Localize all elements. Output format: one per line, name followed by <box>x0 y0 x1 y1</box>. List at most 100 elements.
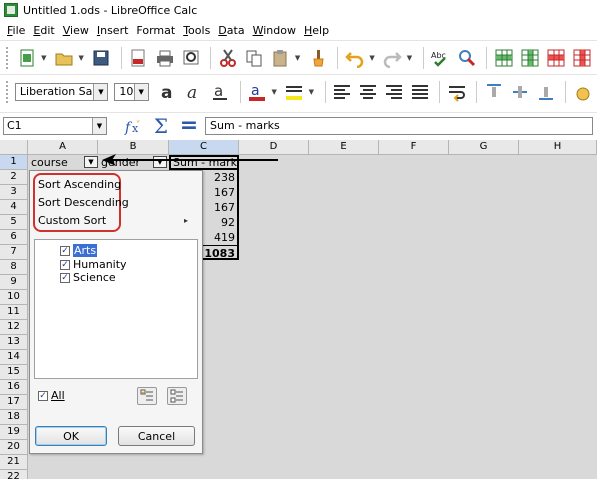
chevron-down-icon[interactable]: ▼ <box>369 54 376 62</box>
menu-window[interactable]: Window <box>249 24 300 37</box>
column-header-e[interactable]: E <box>309 140 379 155</box>
formula-input[interactable]: Sum - marks <box>205 116 593 135</box>
print-icon[interactable] <box>153 46 176 70</box>
sort-ascending-item[interactable]: Sort Ascending <box>38 177 121 193</box>
select-current-only-icon[interactable] <box>137 387 157 405</box>
bold-icon[interactable]: a <box>157 80 180 104</box>
currency-format-icon[interactable] <box>571 80 594 104</box>
auto-spellcheck-icon[interactable] <box>455 46 478 70</box>
highlight-color-icon[interactable] <box>283 80 306 104</box>
cell-a1[interactable]: course <box>31 155 87 170</box>
cut-icon[interactable] <box>216 46 239 70</box>
row-header[interactable]: 15 <box>0 365 28 380</box>
font-size-select[interactable]: 10 ▼ <box>114 82 149 101</box>
underline-icon[interactable]: a <box>209 80 232 104</box>
sort-descending-item[interactable]: Sort Descending <box>38 195 129 211</box>
row-header[interactable]: 8 <box>0 260 28 275</box>
row-header[interactable]: 14 <box>0 350 28 365</box>
justify-icon[interactable] <box>409 80 432 104</box>
row-header[interactable]: 18 <box>0 410 28 425</box>
chevron-down-icon[interactable]: ▼ <box>133 83 148 100</box>
align-center-icon[interactable] <box>357 80 380 104</box>
row-header[interactable]: 6 <box>0 230 28 245</box>
menu-format[interactable]: Format <box>132 24 179 37</box>
wrap-text-icon[interactable] <box>445 80 468 104</box>
toolbar-grip[interactable] <box>6 46 9 69</box>
filter-values-list[interactable]: ✓ Arts ✓ Humanity ✓ Science <box>34 239 198 379</box>
list-item[interactable]: ✓ Humanity <box>60 258 127 271</box>
row-header[interactable]: 16 <box>0 380 28 395</box>
row-header[interactable]: 5 <box>0 215 28 230</box>
row-icon[interactable] <box>492 46 515 70</box>
column-icon[interactable] <box>518 46 541 70</box>
font-name-select[interactable]: Liberation Sans ▼ <box>14 82 109 101</box>
cancel-button[interactable]: Cancel <box>118 426 195 446</box>
row-header[interactable]: 2 <box>0 170 28 185</box>
save-icon[interactable] <box>90 46 113 70</box>
formula-icon[interactable]: = <box>177 113 201 138</box>
row-header[interactable]: 20 <box>0 440 28 455</box>
column-header-h[interactable]: H <box>519 140 597 155</box>
print-preview-icon[interactable] <box>179 46 202 70</box>
chevron-down-icon[interactable]: ▼ <box>92 117 106 134</box>
menu-tools[interactable]: Tools <box>179 24 214 37</box>
checkbox-checked-icon[interactable]: ✓ <box>38 390 48 401</box>
chevron-down-icon[interactable]: ▼ <box>407 54 414 62</box>
custom-sort-item[interactable]: Custom Sort ▸ <box>38 213 198 229</box>
select-all-checkbox[interactable]: ✓ All <box>38 389 65 402</box>
redo-icon[interactable] <box>381 46 404 70</box>
row-header[interactable]: 3 <box>0 185 28 200</box>
align-top-icon[interactable] <box>482 80 505 104</box>
column-header-a[interactable]: A <box>28 140 98 155</box>
chevron-down-icon[interactable]: ▼ <box>41 54 48 62</box>
export-pdf-icon[interactable] <box>127 46 150 70</box>
row-header[interactable]: 1 <box>0 155 28 170</box>
name-box[interactable]: C1 ▼ <box>3 116 107 135</box>
row-header[interactable]: 17 <box>0 395 28 410</box>
chevron-down-icon[interactable]: ▼ <box>272 88 279 96</box>
row-header[interactable]: 11 <box>0 305 28 320</box>
checkbox-checked-icon[interactable]: ✓ <box>60 272 70 283</box>
autofilter-dropdown-button[interactable]: ▼ <box>84 156 98 168</box>
column-header-f[interactable]: F <box>379 140 449 155</box>
chevron-down-icon[interactable]: ▼ <box>78 54 85 62</box>
undo-icon[interactable] <box>343 46 366 70</box>
row-header[interactable]: 12 <box>0 320 28 335</box>
menu-edit[interactable]: Edit <box>29 24 58 37</box>
copy-icon[interactable] <box>242 46 265 70</box>
menu-data[interactable]: Data <box>214 24 248 37</box>
menu-insert[interactable]: Insert <box>93 24 133 37</box>
align-left-icon[interactable] <box>331 80 354 104</box>
row-header[interactable]: 22 <box>0 470 28 479</box>
delete-column-icon[interactable] <box>571 46 594 70</box>
row-header[interactable]: 9 <box>0 275 28 290</box>
toolbar-grip[interactable] <box>6 80 9 103</box>
menu-view[interactable]: View <box>59 24 93 37</box>
chevron-down-icon[interactable]: ▼ <box>295 54 302 62</box>
chevron-down-icon[interactable]: ▼ <box>309 88 316 96</box>
font-color-icon[interactable]: a <box>246 80 269 104</box>
align-bottom-icon[interactable] <box>534 80 557 104</box>
delete-row-icon[interactable] <box>545 46 568 70</box>
spellcheck-icon[interactable]: Abc <box>429 46 452 70</box>
deselect-current-only-icon[interactable] <box>167 387 187 405</box>
sum-icon[interactable]: Σ <box>149 114 173 138</box>
paste-icon[interactable] <box>269 46 292 70</box>
italic-icon[interactable]: a <box>183 80 206 104</box>
function-wizard-icon[interactable]: fx <box>121 115 145 137</box>
menu-file[interactable]: File <box>3 24 29 37</box>
open-folder-icon[interactable] <box>52 46 75 70</box>
ok-button[interactable]: OK <box>35 426 107 446</box>
list-item[interactable]: ✓ Arts <box>60 244 98 257</box>
column-header-g[interactable]: G <box>449 140 519 155</box>
menu-help[interactable]: Help <box>300 24 333 37</box>
list-item[interactable]: ✓ Science <box>60 271 116 284</box>
row-header[interactable]: 4 <box>0 200 28 215</box>
chevron-down-icon[interactable]: ▼ <box>93 83 108 100</box>
clone-formatting-icon[interactable] <box>306 46 329 70</box>
row-header[interactable]: 10 <box>0 290 28 305</box>
new-document-icon[interactable] <box>15 46 38 70</box>
row-header[interactable]: 7 <box>0 245 28 260</box>
align-middle-icon[interactable] <box>508 80 531 104</box>
select-all-corner[interactable] <box>0 140 28 155</box>
